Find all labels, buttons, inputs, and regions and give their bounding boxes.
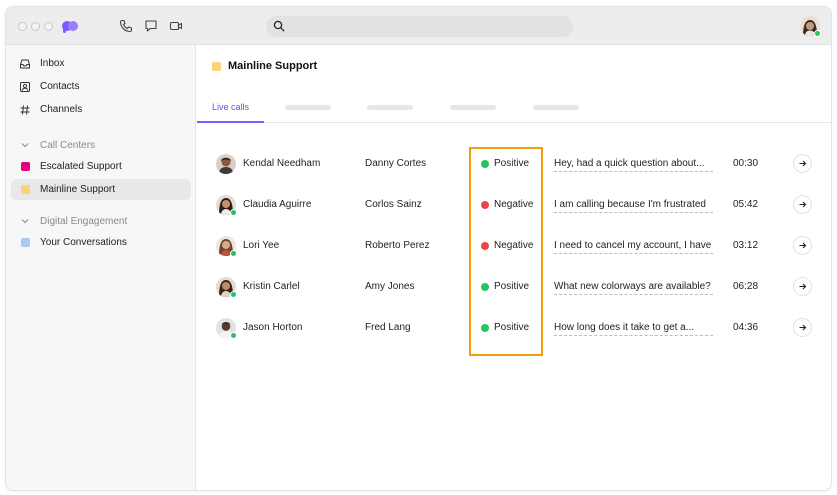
sidebar: Inbox Contacts Channels Call Centers Esc… — [6, 45, 196, 490]
caller-avatar — [216, 195, 237, 216]
open-call-button[interactable] — [793, 195, 812, 214]
hash-icon — [19, 104, 31, 116]
tab-placeholder[interactable] — [285, 105, 331, 110]
video-icon[interactable] — [169, 19, 183, 33]
caller-name: Claudia Aguirre — [243, 199, 312, 210]
user-avatar[interactable] — [800, 16, 821, 37]
conversations-color-swatch — [20, 238, 30, 247]
window-maximize-button[interactable] — [44, 22, 53, 31]
sidebar-item-label: Contacts — [40, 81, 80, 92]
tab-bar: Live calls — [197, 95, 831, 123]
mainline-color-swatch — [212, 61, 221, 71]
title-bar — [6, 7, 831, 45]
caller-avatar — [216, 154, 236, 174]
caller-name: Lori Yee — [243, 240, 280, 251]
message-preview[interactable]: Hey, had a quick question about... — [554, 158, 713, 172]
sidebar-item-label: Escalated Support — [40, 161, 122, 172]
tab-placeholder[interactable] — [367, 105, 413, 110]
sidebar-item-escalated-support[interactable]: Escalated Support — [11, 156, 191, 177]
caller-name: Kristin Carlel — [243, 281, 300, 292]
caller-avatar — [216, 277, 237, 298]
phone-icon[interactable] — [119, 19, 133, 33]
call-duration: 00:30 — [733, 158, 759, 169]
arrow-right-icon — [799, 201, 807, 208]
sidebar-item-label: Mainline Support — [40, 184, 116, 195]
call-duration: 06:28 — [733, 281, 759, 292]
message-preview[interactable]: I am calling because I'm frustrated — [554, 199, 713, 213]
arrow-right-icon — [799, 283, 807, 290]
online-status-dot — [230, 332, 237, 339]
call-duration: 03:12 — [733, 240, 759, 251]
window-minimize-button[interactable] — [31, 22, 40, 31]
tab-placeholder[interactable] — [533, 105, 579, 110]
tab-live-calls[interactable]: Live calls — [197, 95, 264, 123]
message-preview[interactable]: I need to cancel my account, I have — [554, 240, 713, 254]
open-call-button[interactable] — [793, 154, 812, 173]
mainline-color-swatch — [20, 185, 30, 194]
search-icon — [273, 20, 285, 32]
main-panel: Mainline Support Live calls Kendal Needh… — [197, 45, 831, 490]
sentiment-column-highlight — [469, 147, 543, 356]
online-status-dot — [230, 291, 237, 298]
call-duration: 05:42 — [733, 199, 759, 210]
caller-avatar — [216, 318, 237, 339]
arrow-right-icon — [799, 242, 807, 249]
chevron-down-icon — [19, 216, 31, 226]
section-label: Digital Engagement — [40, 215, 128, 227]
logo-icon — [62, 21, 78, 33]
sidebar-item-label: Your Conversations — [40, 237, 127, 248]
message-preview[interactable]: How long does it take to get a... — [554, 322, 713, 336]
caller-name: Jason Horton — [243, 322, 303, 333]
page-title-text: Mainline Support — [228, 60, 318, 72]
contacts-icon — [19, 81, 31, 93]
caller-avatar — [216, 236, 237, 257]
open-call-button[interactable] — [793, 236, 812, 255]
section-digital-engagement[interactable]: Digital Engagement — [11, 212, 191, 230]
window-close-button[interactable] — [18, 22, 27, 31]
agent-name: Fred Lang — [365, 322, 411, 333]
section-call-centers[interactable]: Call Centers — [11, 136, 191, 154]
agent-name: Roberto Perez — [365, 240, 430, 251]
sidebar-item-channels[interactable]: Channels — [11, 99, 191, 120]
message-preview[interactable]: What new colorways are available? — [554, 281, 713, 295]
online-status-dot — [814, 30, 821, 37]
open-call-button[interactable] — [793, 318, 812, 337]
search-input[interactable] — [266, 16, 573, 37]
open-call-button[interactable] — [793, 277, 812, 296]
caller-name: Kendal Needham — [243, 158, 321, 169]
caller-avatar-image — [216, 154, 236, 174]
tab-placeholder[interactable] — [450, 105, 496, 110]
sidebar-item-mainline-support[interactable]: Mainline Support — [11, 179, 191, 200]
online-status-dot — [230, 209, 237, 216]
sidebar-item-label: Channels — [40, 104, 83, 115]
agent-name: Amy Jones — [365, 281, 415, 292]
arrow-right-icon — [799, 324, 807, 331]
online-status-dot — [230, 250, 237, 257]
sidebar-item-contacts[interactable]: Contacts — [11, 76, 191, 97]
section-label: Call Centers — [40, 139, 96, 151]
escalated-color-swatch — [20, 162, 30, 171]
chat-icon[interactable] — [144, 19, 158, 33]
inbox-icon — [19, 58, 31, 70]
sidebar-item-your-conversations[interactable]: Your Conversations — [11, 232, 191, 253]
sidebar-item-inbox[interactable]: Inbox — [11, 53, 191, 74]
call-duration: 04:36 — [733, 322, 759, 333]
app-window: Inbox Contacts Channels Call Centers Esc… — [5, 6, 832, 491]
page-title: Mainline Support — [212, 60, 317, 72]
chevron-down-icon — [19, 140, 31, 150]
sidebar-item-label: Inbox — [40, 58, 65, 69]
agent-name: Danny Cortes — [365, 158, 427, 169]
agent-name: Corlos Sainz — [365, 199, 422, 210]
arrow-right-icon — [799, 160, 807, 167]
